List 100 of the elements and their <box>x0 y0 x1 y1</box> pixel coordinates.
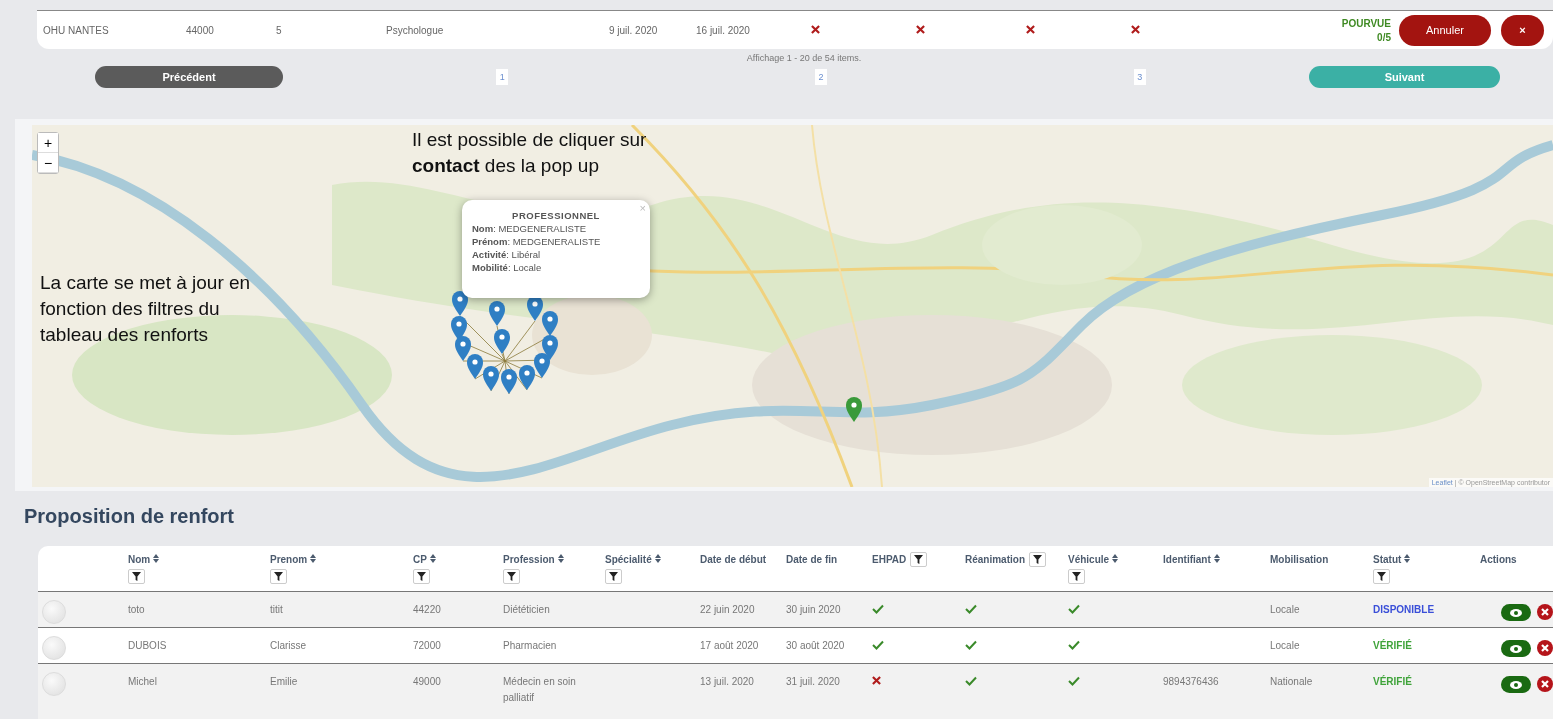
table-cell-text: Locale <box>1270 604 1301 617</box>
annotation-text: La carte se met à jour en fonction des filtres du tableau des renforts <box>40 271 251 347</box>
column-header[interactable]: Nom <box>128 554 160 565</box>
column-header[interactable]: Prenom <box>270 554 317 565</box>
radio-button[interactable] <box>42 672 66 696</box>
filter-button[interactable] <box>910 552 928 567</box>
count-label: 0/5 <box>1377 31 1391 43</box>
cancel-button[interactable]: Annuler <box>1399 14 1491 46</box>
popup-title: PROFESSIONNEL <box>511 210 601 221</box>
column-header[interactable]: Spécialité <box>605 554 661 565</box>
popup-line: Nom: MEDGENERALISTE <box>472 223 588 234</box>
sort-icon[interactable] <box>654 554 661 563</box>
view-button[interactable] <box>1501 676 1531 693</box>
status-label: VÉRIFIÉ <box>1373 640 1413 653</box>
sort-icon[interactable] <box>557 554 564 563</box>
table-cell-text: 22 juin 2020 <box>700 604 756 617</box>
popup-line: Activité: Libéral <box>472 249 542 260</box>
filter-button[interactable] <box>1373 569 1390 584</box>
eye-icon <box>1510 680 1522 689</box>
table-cell-text: Locale <box>1270 640 1301 653</box>
column-header: Date de début <box>700 554 767 565</box>
table-cell-text: 72000 <box>413 640 442 653</box>
eye-icon <box>1510 608 1522 617</box>
filter-icon <box>1033 555 1042 564</box>
status-label: DISPONIBLE <box>1373 604 1436 617</box>
table-cell-text: Michel <box>128 676 158 689</box>
column-header: Réanimation <box>965 554 1025 565</box>
filter-button[interactable] <box>1068 569 1085 584</box>
eye-icon <box>1510 644 1522 653</box>
table-cell-text: toto <box>128 604 146 617</box>
previous-button[interactable]: Précédent <box>95 66 283 88</box>
close-button[interactable]: × <box>1501 14 1544 46</box>
table-cell-text: 44000 <box>186 24 215 36</box>
filter-icon <box>417 572 426 581</box>
radio-button[interactable] <box>42 636 66 660</box>
delete-icon[interactable] <box>1537 676 1553 692</box>
filter-button[interactable] <box>128 569 145 584</box>
table-cell-text: Emilie <box>270 676 299 689</box>
column-header: Actions <box>1480 554 1517 565</box>
annotation-text: Il est possible de cliquer sur contact des la pop up <box>412 128 647 178</box>
status-label: POURVUE <box>1341 17 1391 29</box>
table-cell-text: Psychologue <box>386 24 445 36</box>
table-cell-text: 5 <box>276 24 283 36</box>
column-header[interactable]: Identifiant <box>1163 554 1220 565</box>
section-title: Proposition de renfort <box>24 505 235 528</box>
sort-icon[interactable] <box>1112 554 1119 563</box>
sort-icon[interactable] <box>153 554 160 563</box>
column-header: EHPAD <box>872 554 907 565</box>
filter-button[interactable] <box>413 569 430 584</box>
column-header[interactable]: CP <box>413 554 436 565</box>
column-header[interactable]: Profession <box>503 554 564 565</box>
table-cell-text: 9 juil. 2020 <box>609 24 659 36</box>
popup-line: Prénom: MEDGENERALISTE <box>472 236 602 247</box>
table-cell-text: Pharmacien <box>503 639 558 653</box>
table-cell-text: Clarisse <box>270 640 308 653</box>
radio-button[interactable] <box>42 600 66 624</box>
table-cell-text: 44220 <box>413 604 442 617</box>
filter-button[interactable] <box>270 569 287 584</box>
delete-icon[interactable] <box>1537 604 1553 620</box>
sort-icon[interactable] <box>429 554 436 563</box>
sort-icon[interactable] <box>1213 554 1220 563</box>
table-cell-text: 30 juin 2020 <box>786 604 842 617</box>
table-cell-text: Nationale <box>1270 676 1314 689</box>
page-button[interactable]: 1 <box>496 69 509 85</box>
map-marker-icon[interactable] <box>845 395 863 422</box>
table-cell-text: 49000 <box>413 676 442 689</box>
filter-icon <box>609 572 618 581</box>
filter-icon <box>1377 572 1386 581</box>
zoom-in-button[interactable]: + <box>38 133 58 153</box>
table-cell-text: 31 juil. 2020 <box>786 676 841 689</box>
table-cell-text: titit <box>270 604 284 617</box>
table-cell-text: DUBOIS <box>128 640 168 653</box>
table-cell-text: 17 août 2020 <box>700 640 760 653</box>
filter-button[interactable] <box>605 569 622 584</box>
table-cell-text: 16 juil. 2020 <box>696 24 751 36</box>
column-header[interactable]: Statut <box>1373 554 1411 565</box>
filter-icon <box>274 572 283 581</box>
filter-icon <box>1072 572 1081 581</box>
filter-icon <box>507 572 516 581</box>
table-cell-text: Médecin en soin palliatif <box>503 675 577 705</box>
filter-button[interactable] <box>503 569 520 584</box>
delete-icon[interactable] <box>1537 640 1553 656</box>
view-button[interactable] <box>1501 604 1531 621</box>
status-label: VÉRIFIÉ <box>1373 676 1413 689</box>
table-cell-text: Diététicien <box>503 603 551 617</box>
sort-icon[interactable] <box>310 554 317 563</box>
column-header: Mobilisation <box>1270 554 1329 565</box>
view-button[interactable] <box>1501 640 1531 657</box>
pagination-summary: Affichage 1 - 20 de 54 items. <box>746 53 862 63</box>
filter-icon <box>914 555 924 564</box>
filter-button[interactable] <box>1029 552 1046 567</box>
table-cell-text: OHU NANTES <box>43 24 110 36</box>
table-cell-text: 13 juil. 2020 <box>700 676 755 689</box>
column-header[interactable]: Véhicule <box>1068 554 1119 565</box>
column-header: Date de fin <box>786 554 838 565</box>
sort-icon[interactable] <box>1404 554 1411 563</box>
filter-icon <box>132 572 141 581</box>
table-cell-text: 30 août 2020 <box>786 640 846 653</box>
page-button[interactable]: 3 <box>1133 69 1146 85</box>
popup-line: Mobilité: Locale <box>472 262 543 273</box>
